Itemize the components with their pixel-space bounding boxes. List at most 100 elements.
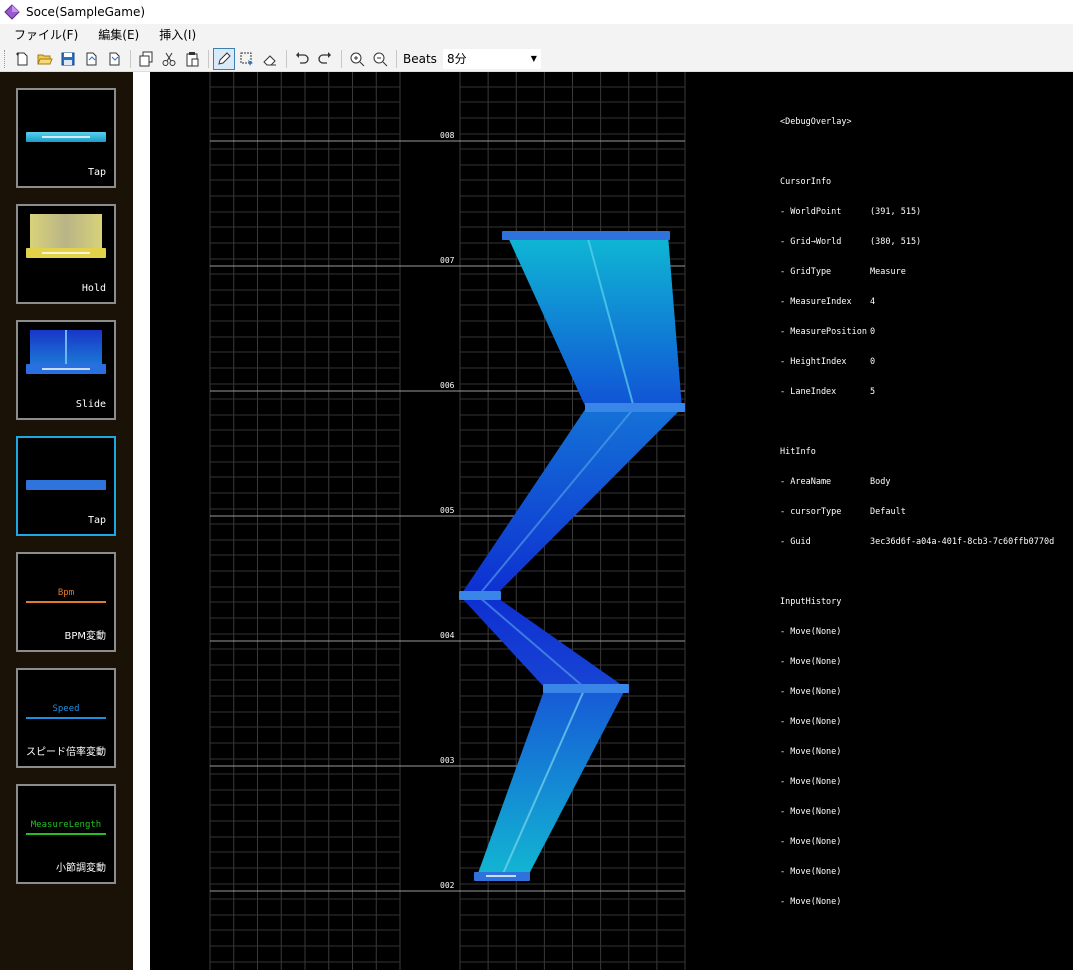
export-button[interactable] [80,48,102,70]
save-button[interactable] [57,48,79,70]
debug-section-header: CursorInfo [780,177,832,187]
debug-key: - GridType [780,267,832,277]
debug-section-header: InputHistory [780,597,842,607]
new-file-button[interactable] [11,48,33,70]
slide-step-note[interactable] [585,403,685,412]
palette-item-hold[interactable]: Hold [16,204,116,304]
debug-value: (380, 515) [870,237,922,247]
palette-item-label: BPM変動 [64,631,106,642]
debug-value: Measure [870,267,906,277]
debug-value: 5 [870,387,876,397]
measure-label: 006 [440,381,455,390]
zoom-out-button[interactable] [369,48,391,70]
toolbar-separator [286,49,287,68]
debug-input-entry: - Move(None) [780,777,842,787]
measure-label: 008 [440,131,455,140]
eraser-tool-button[interactable] [259,48,281,70]
palette-item-measure-length[interactable]: MeasureLength 小節調変動 [16,784,116,884]
debug-row: - WorldPoint (391, 515) [780,207,1054,217]
debug-row: - MeasureIndex 4 [780,297,1054,307]
speed-line-label: Speed [52,704,80,714]
debug-input-entry: - Move(None) [780,687,842,697]
palette-item-slide[interactable]: Slide [16,320,116,420]
zoom-in-icon [350,52,365,66]
debug-row: - MeasurePosition 0 [780,327,1054,337]
debug-section-header: HitInfo [780,447,816,457]
note-palette: Tap Hold Slide Tap Bpm BPM変動 Speed スピード倍… [0,72,133,970]
undo-button[interactable] [291,48,313,70]
debug-overlay: <DebugOverlay> CursorInfo - WorldPoint (3… [780,97,1054,917]
palette-item-bpm[interactable]: Bpm BPM変動 [16,552,116,652]
slide-center-line [477,407,635,597]
chevron-down-icon: ▼ [530,54,537,63]
palette-item-tap-selected[interactable]: Tap [16,436,116,536]
new-file-icon [16,52,28,65]
save-icon [61,52,75,65]
bpm-line-label: Bpm [57,588,75,598]
debug-value: 4 [870,297,876,307]
select-tool-button[interactable] [236,48,258,70]
slide-body-segment[interactable] [460,408,682,596]
palette-item-label: 小節調変動 [56,863,106,874]
debug-input-entry: - Move(None) [780,867,842,877]
slide-step-note[interactable] [459,591,501,600]
palette-item-label: Tap [87,167,106,178]
menu-bar: ファイル(F) 編集(E) 挿入(I) [0,24,1073,46]
bpm-line [26,601,106,603]
debug-title: <DebugOverlay> [780,117,852,127]
slide-step-note[interactable] [502,231,670,240]
zoom-out-icon [373,52,388,66]
splitter[interactable] [133,72,150,970]
toolbar-grip[interactable] [4,49,7,68]
speed-line [26,717,106,719]
debug-row: - AreaName Body [780,477,1054,487]
measure-length-line-label: MeasureLength [30,820,102,830]
clipboard-icon [186,51,199,66]
measure-label: 002 [440,881,455,890]
redo-icon [318,51,331,64]
debug-key: - AreaName [780,477,832,487]
cut-button[interactable] [158,48,180,70]
debug-key: - Grid→World [780,237,842,247]
beat-division-select[interactable]: 8分 ▼ [442,48,541,69]
menu-insert[interactable]: 挿入(I) [149,24,206,46]
slide-body-segment[interactable] [477,688,626,876]
measure-label: 004 [440,631,455,640]
beat-division-value: 8分 [446,52,467,66]
zoom-in-button[interactable] [346,48,368,70]
palette-item-speed[interactable]: Speed スピード倍率変動 [16,668,116,768]
menu-edit[interactable]: 編集(E) [88,24,149,46]
open-button[interactable] [34,48,56,70]
pencil-icon [218,51,231,65]
measure-label: 007 [440,256,455,265]
palette-item-label: Slide [75,399,106,410]
redo-button[interactable] [314,48,336,70]
measure-label: 005 [440,506,455,515]
debug-input-entry: - Move(None) [780,717,842,727]
debug-key: - Guid [780,537,811,547]
toolbar-separator [341,49,342,68]
toolbar-separator [130,49,131,68]
debug-input-entry: - Move(None) [780,657,842,667]
debug-row: - cursorType Default [780,507,1054,517]
debug-input-entry: - Move(None) [780,897,842,907]
palette-item-label: Hold [81,283,106,294]
import-button[interactable] [103,48,125,70]
window-title: Soce(SampleGame) [26,5,146,19]
pen-tool-button[interactable] [213,47,235,70]
debug-key: - WorldPoint [780,207,842,217]
debug-row: - GridType Measure [780,267,1054,277]
debug-row: - LaneIndex 5 [780,387,1054,397]
title-bar: Soce(SampleGame) [0,0,1073,24]
palette-item-tap[interactable]: Tap [16,88,116,188]
menu-file[interactable]: ファイル(F) [0,24,88,46]
debug-value: 3ec36d6f-a04a-401f-8cb3-7c60ffb0770d [870,537,1055,547]
debug-input-entry: - Move(None) [780,747,842,757]
export-icon [86,52,97,65]
slide-step-note[interactable] [543,684,629,693]
toolbar-separator [396,49,397,68]
paste-button[interactable] [181,48,203,70]
undo-icon [296,51,309,64]
debug-input-entry: - Move(None) [780,627,842,637]
copy-button[interactable] [135,48,157,70]
